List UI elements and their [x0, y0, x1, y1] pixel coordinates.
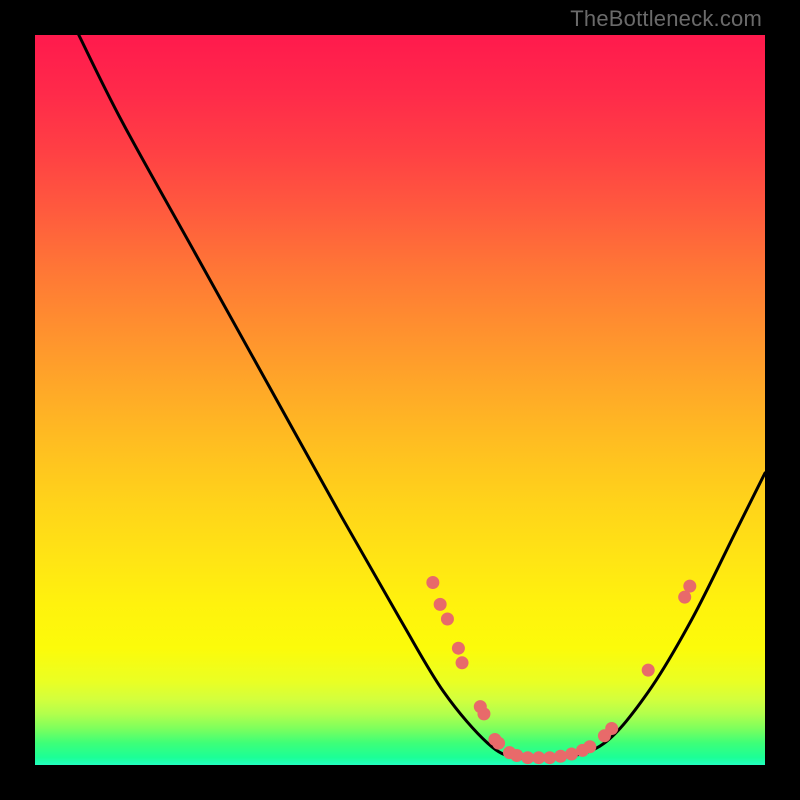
- data-dot: [452, 642, 465, 655]
- data-dot: [426, 576, 439, 589]
- watermark-text: TheBottleneck.com: [570, 6, 762, 32]
- data-dot: [441, 613, 454, 626]
- data-dots: [426, 576, 696, 764]
- plot-area: [35, 35, 765, 765]
- data-dot: [554, 750, 567, 763]
- data-dot: [642, 664, 655, 677]
- data-dot: [492, 737, 505, 750]
- data-dot: [477, 707, 490, 720]
- chart-overlay: [35, 35, 765, 765]
- data-dot: [583, 740, 596, 753]
- data-dot: [683, 580, 696, 593]
- data-dot: [543, 751, 556, 764]
- data-dot: [510, 749, 523, 762]
- data-dot: [456, 656, 469, 669]
- data-dot: [434, 598, 447, 611]
- chart-stage: TheBottleneck.com: [0, 0, 800, 800]
- bottleneck-curve: [79, 35, 765, 760]
- data-dot: [605, 722, 618, 735]
